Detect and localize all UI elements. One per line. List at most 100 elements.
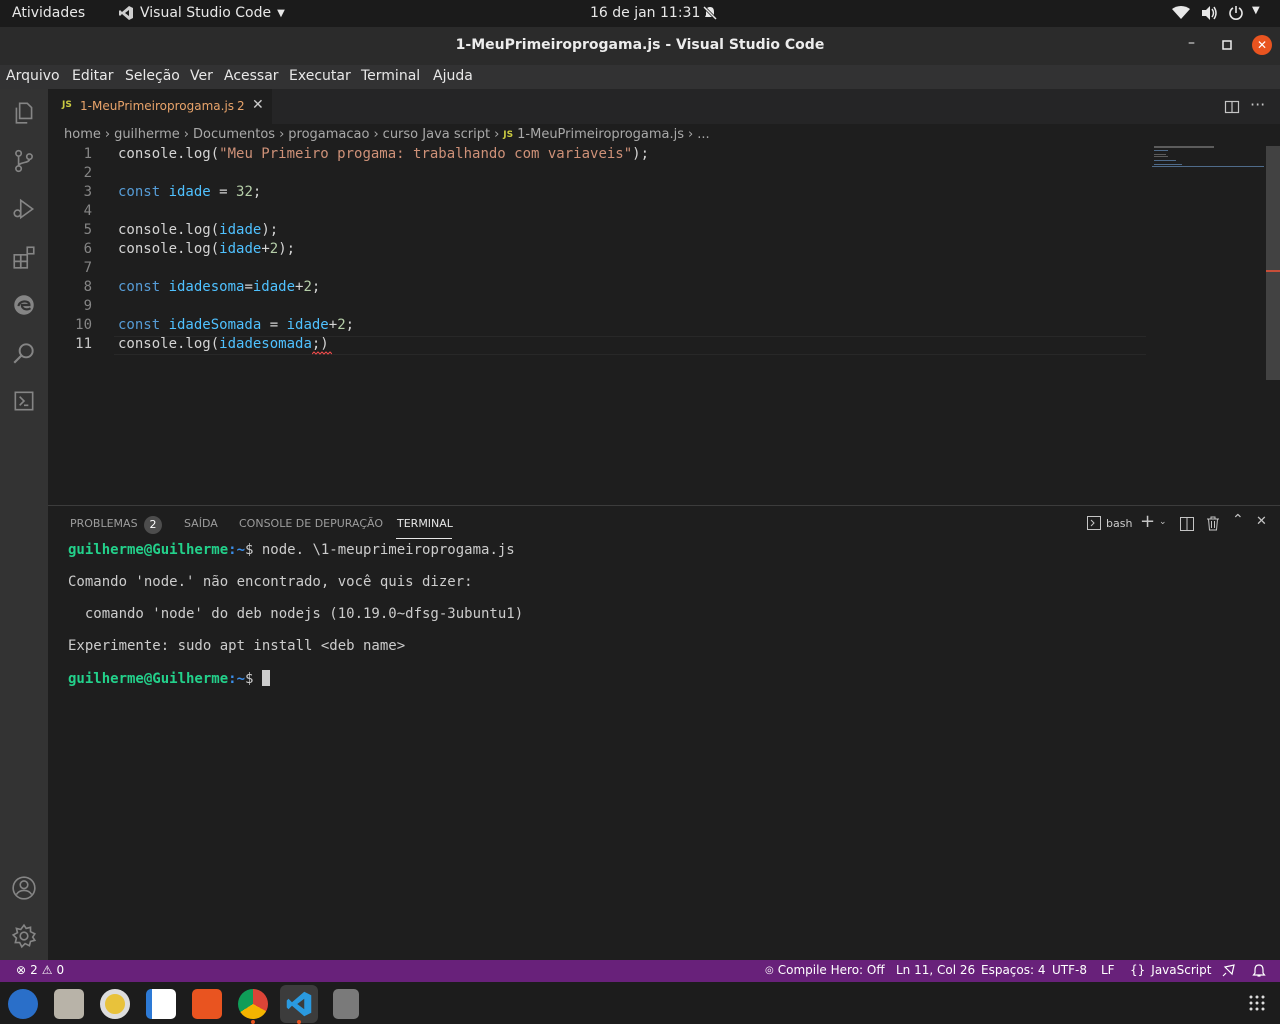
more-actions-icon[interactable]: ··· xyxy=(1250,95,1265,114)
run-debug-button[interactable] xyxy=(0,185,48,233)
problems-count-badge: 2 xyxy=(144,516,162,534)
code-token: idade xyxy=(286,317,329,333)
show-applications-icon[interactable] xyxy=(1249,995,1265,1011)
code-line[interactable]: console.log(idade+2); xyxy=(118,241,295,257)
edge-devtools-button[interactable] xyxy=(0,281,48,329)
edge-icon xyxy=(14,295,34,315)
menu-terminal[interactable]: Terminal xyxy=(361,68,420,84)
feedback-icon[interactable] xyxy=(1221,964,1235,978)
notifications-bell-icon[interactable] xyxy=(1252,964,1266,978)
breadcrumb-item[interactable]: guilherme xyxy=(114,127,180,142)
compile-hero-status[interactable]: ◎ Compile Hero: Off xyxy=(765,963,885,977)
close-button[interactable]: ✕ xyxy=(1252,35,1272,55)
breadcrumb-item[interactable]: curso Java script xyxy=(383,127,490,142)
code-token: 2 xyxy=(269,241,279,257)
split-editor-icon[interactable] xyxy=(1224,99,1240,115)
code-token: ; xyxy=(311,279,321,295)
error-squiggle xyxy=(312,351,332,355)
power-icon[interactable] xyxy=(1228,5,1244,21)
code-line[interactable]: const idade = 32; xyxy=(118,184,261,200)
code-token: idade xyxy=(168,184,211,200)
error-icon: ⊗ xyxy=(16,963,27,977)
close-panel-icon[interactable]: ✕ xyxy=(1256,514,1267,529)
warning-icon: ⚠ xyxy=(41,963,53,977)
code-token: ); xyxy=(261,222,279,238)
maximize-button[interactable] xyxy=(1222,40,1232,50)
chevron-down-icon[interactable]: ⌄ xyxy=(1159,517,1167,527)
menu-acessar[interactable]: Acessar xyxy=(224,68,279,84)
minimap[interactable] xyxy=(1152,146,1264,176)
extensions-button[interactable] xyxy=(0,233,48,281)
source-control-button[interactable] xyxy=(0,137,48,185)
chrome-icon[interactable] xyxy=(238,989,268,1019)
remote-explorer-button[interactable] xyxy=(0,377,48,425)
editor-tab-active[interactable]: JS 1-MeuPrimeiroprogama.js 2 ✕ xyxy=(48,89,272,124)
menu-executar[interactable]: Executar xyxy=(289,68,351,84)
code-line[interactable]: console.log("Meu Primeiro progama: traba… xyxy=(118,146,649,162)
maximize-panel-icon[interactable]: ⌃ xyxy=(1232,512,1244,528)
menu-arquivo[interactable]: Arquivo xyxy=(6,68,60,84)
wifi-icon[interactable] xyxy=(1172,6,1190,20)
app-menu-button[interactable]: Visual Studio Code ▼ xyxy=(118,5,285,21)
line-number: 1 xyxy=(83,146,92,162)
new-terminal-icon[interactable]: + xyxy=(1140,511,1155,532)
minimize-button[interactable]: – xyxy=(1188,35,1195,51)
code-token: "Meu Primeiro progama: trabalhando com v… xyxy=(219,146,633,162)
menu-ver[interactable]: Ver xyxy=(190,68,213,84)
system-menu-chevron-icon[interactable]: ▼ xyxy=(1252,5,1260,16)
panel-tab-terminal[interactable]: TERMINAL xyxy=(397,517,453,530)
software-center-icon[interactable] xyxy=(192,989,222,1019)
breadcrumb-item[interactable]: home xyxy=(64,127,101,142)
cursor-position[interactable]: Ln 11, Col 26 xyxy=(896,963,975,977)
language-mode[interactable]: {} JavaScript xyxy=(1130,963,1211,977)
line-number: 4 xyxy=(83,203,92,219)
trash-icon[interactable] xyxy=(1206,516,1220,531)
terminal-line: guilherme@Guilherme:~$ node. \1-meuprime… xyxy=(68,542,515,558)
explorer-button[interactable] xyxy=(0,89,48,137)
menu-bar: Arquivo Editar Seleção Ver Acessar Execu… xyxy=(0,65,1280,89)
editor-scrollbar[interactable] xyxy=(1266,146,1280,380)
indentation[interactable]: Espaços: 4 xyxy=(981,963,1046,977)
panel-tab-problems[interactable]: PROBLEMAS xyxy=(70,517,138,530)
end-of-line[interactable]: LF xyxy=(1101,963,1115,977)
menu-editar[interactable]: Editar xyxy=(72,68,113,84)
libreoffice-writer-icon[interactable] xyxy=(146,989,176,1019)
code-token: const xyxy=(118,184,169,200)
breadcrumb-item[interactable]: Documentos xyxy=(193,127,275,142)
encoding[interactable]: UTF-8 xyxy=(1052,963,1087,977)
clock[interactable]: 16 de jan 11:31 xyxy=(590,5,700,21)
terminal-shell-name[interactable]: bash xyxy=(1106,517,1132,530)
code-line[interactable]: const idadeSomada = idade+2; xyxy=(118,317,354,333)
thunderbird-icon[interactable] xyxy=(8,989,38,1019)
vscode-icon[interactable] xyxy=(285,990,313,1018)
accounts-button[interactable] xyxy=(0,864,48,912)
files-app-icon[interactable] xyxy=(54,989,84,1019)
split-terminal-icon[interactable] xyxy=(1180,517,1194,531)
code-token: 2 xyxy=(303,279,312,295)
usb-drive-icon[interactable] xyxy=(333,989,359,1019)
problems-status[interactable]: ⊗ 2 ⚠ 0 xyxy=(16,963,64,977)
breadcrumb-file[interactable]: 1-MeuPrimeiroprogama.js xyxy=(517,127,684,142)
line-number: 11 xyxy=(75,336,92,352)
breadcrumb-item[interactable]: progamacao xyxy=(288,127,369,142)
code-editor[interactable]: 1 2 3 4 5 6 7 8 9 10 11 console.log("Meu Primeiro … xyxy=(48,146,1280,505)
tab-filename: 1-MeuPrimeiroprogama.js xyxy=(80,99,235,113)
panel-tab-output[interactable]: SAÍDA xyxy=(184,517,218,530)
code-token: const xyxy=(118,279,169,295)
code-line[interactable]: console.log(idade); xyxy=(118,222,278,238)
settings-button[interactable] xyxy=(0,912,48,960)
code-token: idade xyxy=(252,279,296,295)
panel-tab-debug-console[interactable]: CONSOLE DE DEPURAÇÃO xyxy=(239,517,383,530)
code-token: ; xyxy=(252,184,262,200)
code-line[interactable]: const idadesoma=idade+2; xyxy=(118,279,320,295)
volume-icon[interactable] xyxy=(1200,5,1218,21)
breadcrumb-more[interactable]: ... xyxy=(697,127,709,142)
search-button[interactable] xyxy=(0,329,48,377)
code-token: idade xyxy=(219,241,262,257)
menu-ajuda[interactable]: Ajuda xyxy=(433,68,473,84)
menu-selecao[interactable]: Seleção xyxy=(125,68,180,84)
eye-off-icon: ◎ xyxy=(765,964,774,976)
activities-button[interactable]: Atividades xyxy=(12,5,85,21)
tab-close-icon[interactable]: ✕ xyxy=(252,97,264,113)
rhythmbox-icon[interactable] xyxy=(100,989,130,1019)
